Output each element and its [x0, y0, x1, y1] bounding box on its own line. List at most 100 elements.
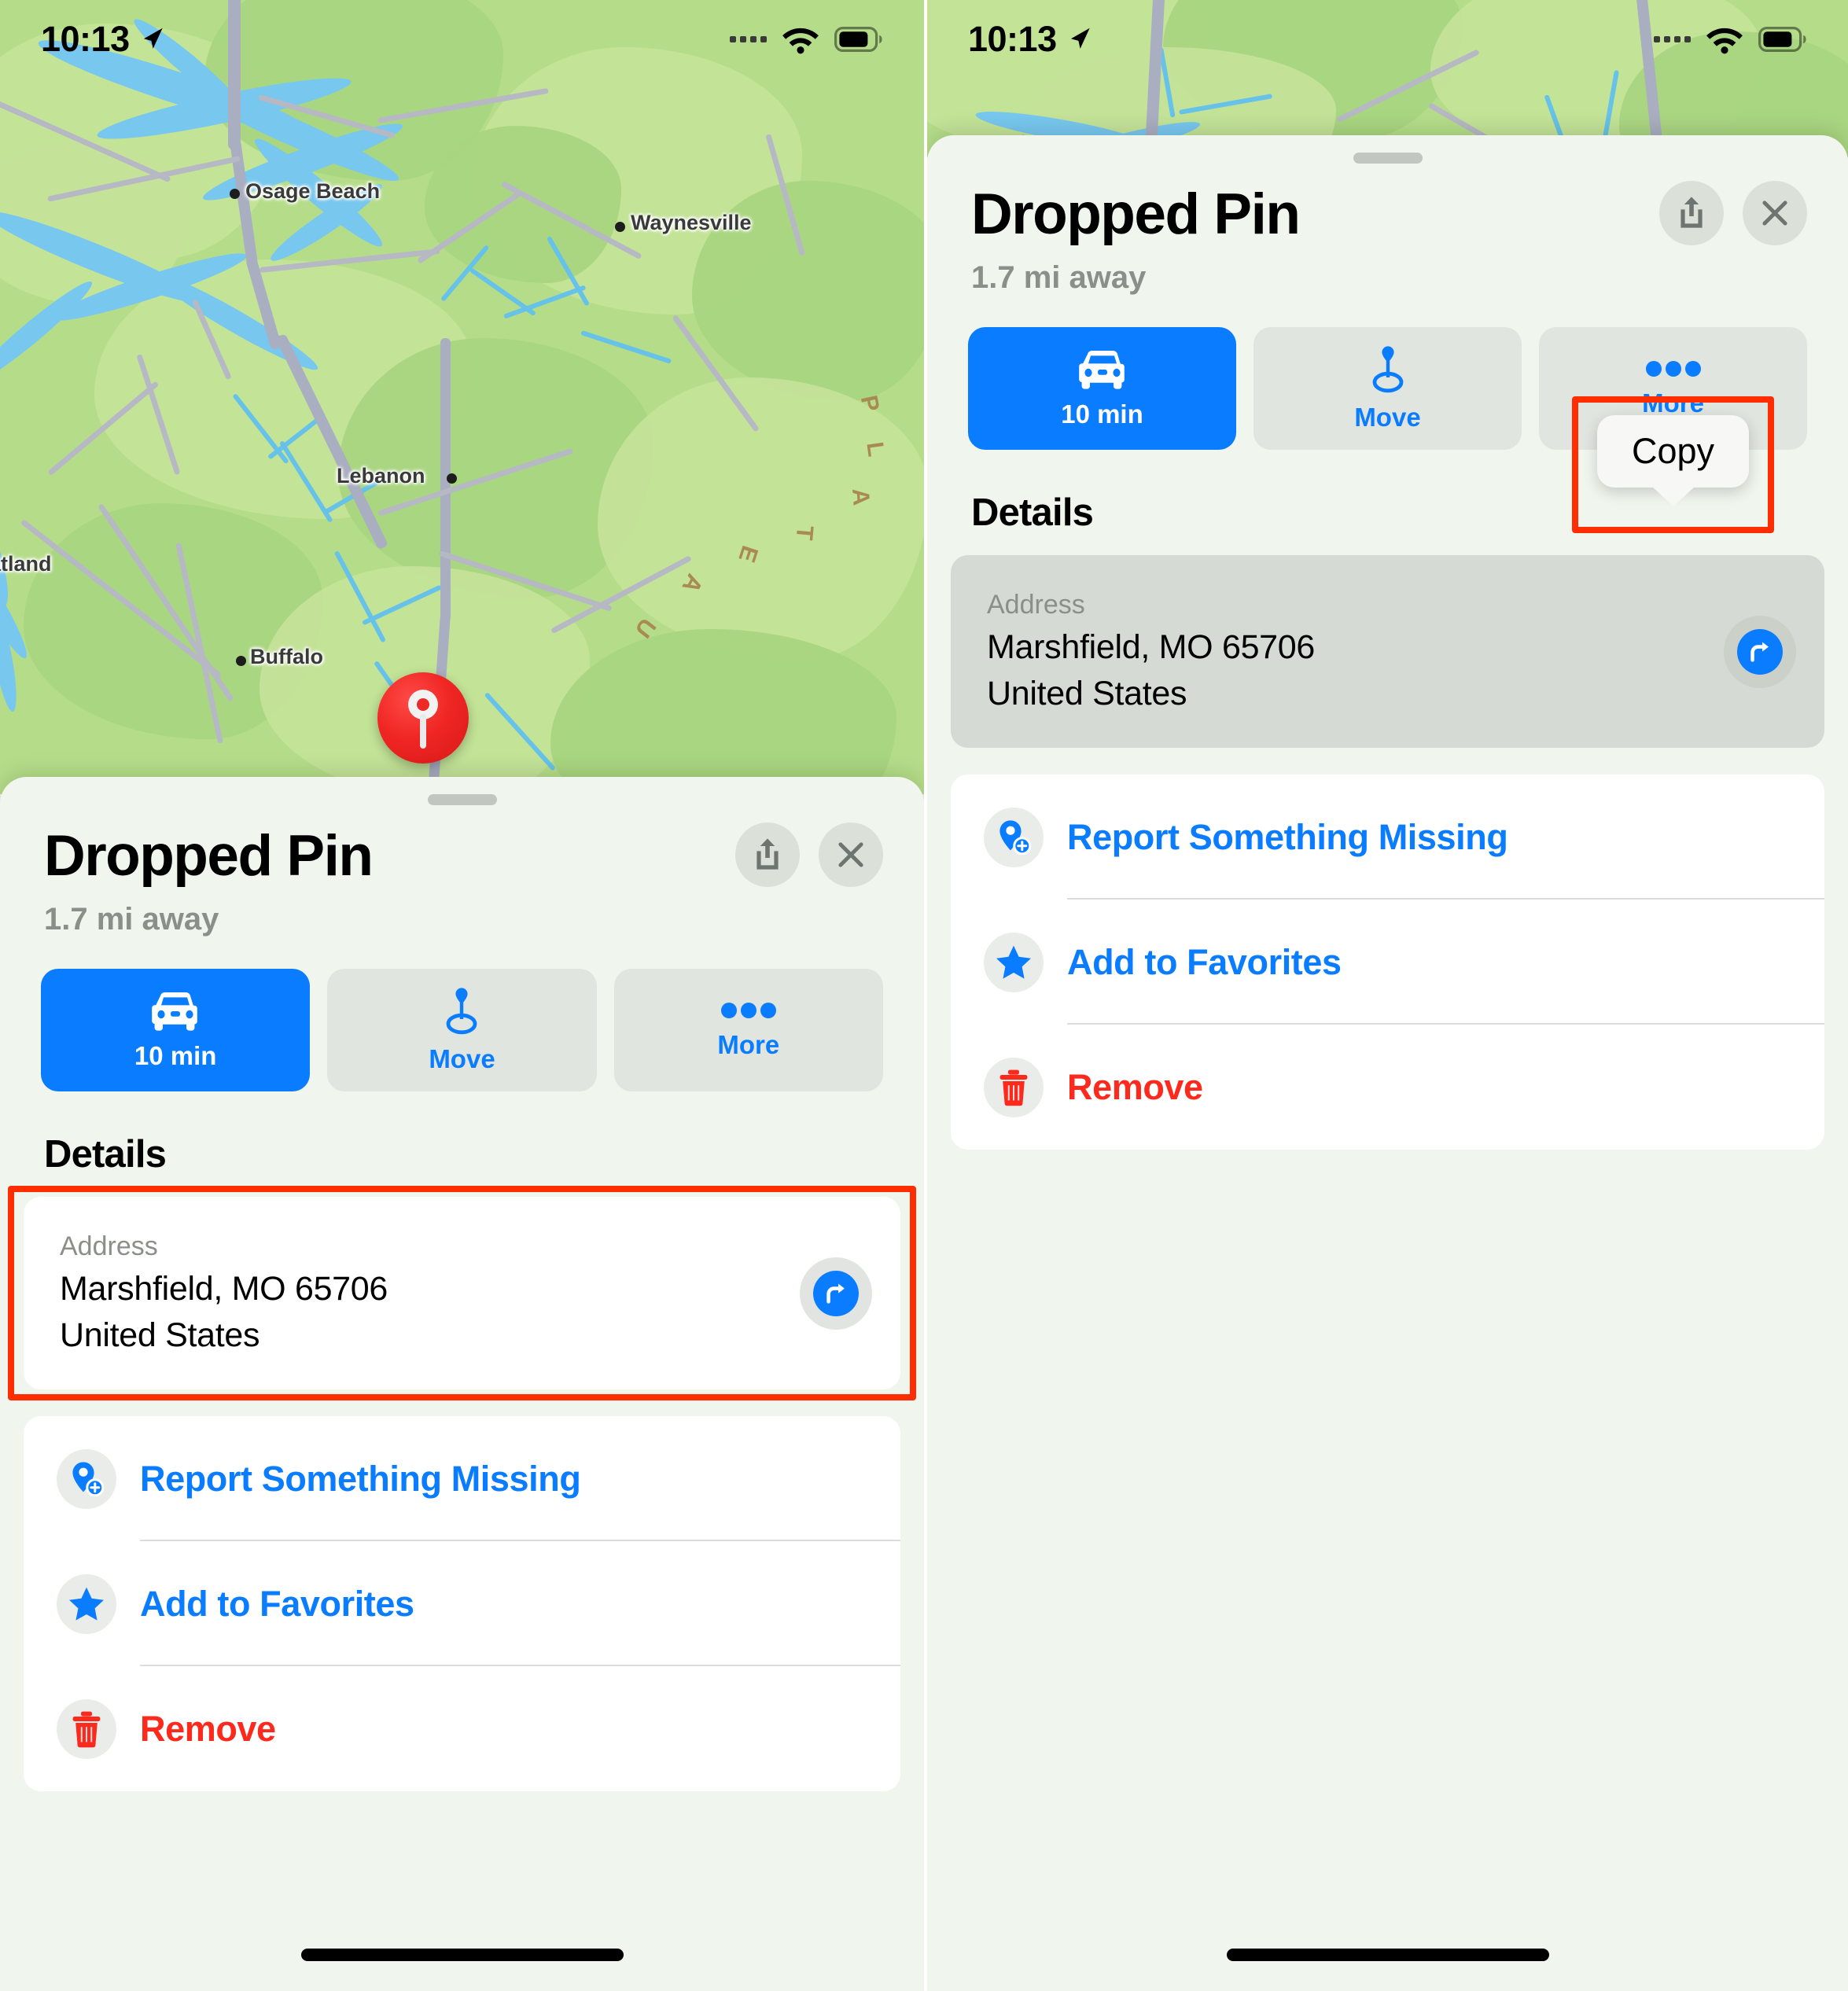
directions-time-label: 10 min: [1061, 399, 1143, 429]
car-icon: [1078, 351, 1125, 389]
map-canvas-left[interactable]: Osage Beach Waynesville Lebanon Buffalo …: [0, 0, 924, 794]
status-time: 10:13: [41, 19, 130, 59]
map-place-dot: [230, 189, 240, 199]
status-time-group: 10:13: [41, 19, 167, 60]
list-item-report-missing[interactable]: Report Something Missing: [951, 775, 1824, 900]
report-missing-pin-icon-wrap: [984, 807, 1044, 867]
report-missing-pin-icon: [72, 1461, 104, 1496]
header-buttons: [1659, 181, 1807, 245]
place-actions-list: Report Something Missing Add to Favorite…: [24, 1416, 900, 1791]
map-place-dot: [236, 656, 246, 666]
dropped-pin-marker[interactable]: [377, 672, 469, 764]
status-bar: 10:13: [0, 0, 924, 79]
copy-tooltip-wrapper: Copy: [1572, 396, 1775, 533]
more-button[interactable]: More: [613, 969, 883, 1091]
report-missing-pin-icon-wrap: [57, 1448, 116, 1509]
sheet-header: Dropped Pin 1.7 mi away: [0, 777, 924, 937]
location-arrow-icon: [1070, 28, 1090, 49]
list-item-label: Report Something Missing: [140, 1458, 581, 1499]
battery-icon: [1758, 27, 1806, 52]
close-button[interactable]: [1743, 181, 1807, 245]
distance-subtitle: 1.7 mi away: [971, 260, 1147, 295]
close-button[interactable]: [819, 823, 883, 887]
more-label: More: [717, 1030, 780, 1059]
share-button[interactable]: [735, 823, 800, 887]
place-card-sheet[interactable]: Dropped Pin 1.7 mi away 10 min Move More…: [0, 777, 924, 1991]
share-button[interactable]: [1659, 181, 1724, 245]
directions-button[interactable]: [1724, 615, 1796, 688]
address-line-2: United States: [60, 1316, 260, 1354]
status-time: 10:13: [968, 19, 1057, 59]
trash-icon: [72, 1711, 101, 1747]
pin-glyph-icon: [408, 690, 438, 749]
list-item-label: Report Something Missing: [1067, 816, 1508, 857]
map-label-lebanon: Lebanon: [337, 464, 425, 488]
place-card-sheet[interactable]: Dropped Pin 1.7 mi away 10 min Move More…: [927, 135, 1848, 1991]
right-screen: 10:13 Dropped Pin 1.7 mi away 10 min Mov…: [924, 0, 1848, 1991]
move-pin-label: Move: [1354, 403, 1421, 432]
list-item-remove[interactable]: Remove: [24, 1666, 900, 1791]
address-card-wrapper: Address Marshfield, MO 65706 United Stat…: [8, 1186, 916, 1400]
cellular-dots-icon: [1654, 36, 1691, 42]
address-line-1: Marshfield, MO 65706: [987, 628, 1316, 666]
list-item-label: Remove: [1067, 1066, 1203, 1107]
left-screen: Osage Beach Waynesville Lebanon Buffalo …: [0, 0, 924, 1991]
list-item-label: Add to Favorites: [140, 1583, 414, 1624]
details-heading: Details: [44, 1133, 167, 1176]
copy-tooltip[interactable]: Copy: [1597, 415, 1750, 488]
status-bar: 10:13: [927, 0, 1848, 79]
move-pin-icon: [1372, 346, 1403, 393]
directions-arrow-glyph: [826, 1283, 845, 1304]
star-icon: [69, 1587, 104, 1621]
car-icon: [152, 992, 197, 1031]
ellipsis-icon: [720, 1003, 776, 1018]
map-label-osage-beach: Osage Beach: [245, 179, 381, 203]
star-icon-wrap: [57, 1573, 116, 1634]
status-indicators: [730, 24, 883, 54]
map-label-buffalo: Buffalo: [250, 645, 323, 668]
sheet-header: Dropped Pin 1.7 mi away: [927, 135, 1848, 296]
address-card-wrapper: Address Marshfield, MO 65706 United Stat…: [951, 555, 1824, 748]
address-line-1: Marshfield, MO 65706: [60, 1270, 388, 1308]
directions-time-button[interactable]: 10 min: [968, 327, 1236, 450]
list-item-label: Add to Favorites: [1067, 941, 1342, 982]
directions-arrow-icon: [1737, 628, 1783, 675]
directions-arrow-icon: [813, 1270, 859, 1316]
location-arrow-icon: [143, 28, 163, 49]
map-place-dot: [615, 222, 625, 232]
place-actions-list: Report Something Missing Add to Favorite…: [951, 775, 1824, 1150]
map-label-wheatland: atland: [0, 552, 52, 576]
ellipsis-icon: [1645, 361, 1701, 377]
address-label: Address: [60, 1231, 158, 1261]
address-card[interactable]: Address Marshfield, MO 65706 United Stat…: [951, 555, 1824, 748]
star-icon: [996, 945, 1031, 979]
status-indicators: [1654, 24, 1807, 54]
wifi-icon: [1706, 28, 1743, 54]
address-line-2: United States: [987, 675, 1187, 712]
report-missing-pin-icon: [999, 819, 1031, 855]
distance-subtitle: 1.7 mi away: [44, 902, 219, 937]
list-item-report-missing[interactable]: Report Something Missing: [24, 1416, 900, 1541]
list-item-label: Remove: [140, 1708, 276, 1749]
trash-icon-wrap: [57, 1698, 116, 1759]
header-buttons: [735, 823, 883, 887]
list-item-add-favorites[interactable]: Add to Favorites: [951, 900, 1824, 1025]
move-pin-button[interactable]: Move: [327, 969, 597, 1091]
more-label: More: [1642, 388, 1704, 418]
directions-button[interactable]: [800, 1257, 872, 1330]
map-label-waynesville: Waynesville: [631, 211, 752, 234]
address-card[interactable]: Address Marshfield, MO 65706 United Stat…: [24, 1197, 900, 1389]
trash-icon: [999, 1069, 1028, 1106]
list-item-add-favorites[interactable]: Add to Favorites: [24, 1541, 900, 1666]
status-time-group: 10:13: [968, 19, 1095, 60]
trash-icon-wrap: [984, 1057, 1044, 1117]
directions-time-button[interactable]: 10 min: [41, 969, 311, 1091]
move-pin-button[interactable]: Move: [1253, 327, 1522, 450]
list-item-remove[interactable]: Remove: [951, 1025, 1824, 1150]
close-icon: [838, 842, 863, 867]
share-icon: [757, 838, 779, 870]
dual-screenshot-container: Osage Beach Waynesville Lebanon Buffalo …: [0, 0, 1848, 1991]
cellular-dots-icon: [730, 36, 767, 42]
star-icon-wrap: [984, 932, 1044, 992]
share-icon: [1681, 197, 1703, 228]
